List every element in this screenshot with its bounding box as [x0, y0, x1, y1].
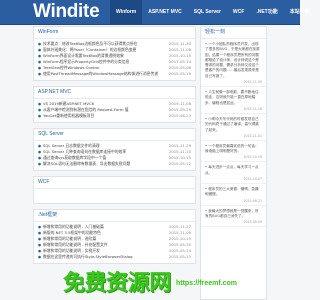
list-item[interactable]: ● YouGet重新使用机器模板项目 2015-06-23 — [38, 113, 191, 119]
section-sql-server: SQL Server ● SQL Server 日志数据文件的清理 2015-11-… — [33, 128, 196, 171]
article-title[interactable]: 解决SQL语句无法删除有数据表、导出数据失败问题 — [43, 161, 167, 167]
tweet-item: 程序员的三大美德：懒惰、急躁和傲慢。2015-09-21 — [201, 184, 266, 206]
tweet-time: 2015-10-07 — [243, 177, 262, 182]
sidebar-title: 轻松一刻 — [201, 27, 266, 39]
tweet-item: 小明今天写代码的时候发现自己的代码终于通过了编译，高兴得跳了起来。2015-11… — [201, 114, 266, 141]
tweet-text: 每天进步一点点，每天学习一点点。 — [205, 165, 262, 176]
section-title[interactable]: ASP.NET MVC — [34, 87, 195, 99]
tweet-time: 2015-11-30 — [243, 80, 262, 85]
article-date: 2015-05-13 — [168, 254, 191, 259]
list-item[interactable]: ● 数据在这里传递的可执行Style.StyleBrowserDialog 2015… — [38, 254, 191, 260]
tweet-item: 一个程序员最喜欢说的一句话：我电脑上明明是好的。2015-10-16 — [201, 141, 266, 163]
tweet-text: 一个小团队的程序员开发，出现了很多的BUG，于是大家都在找原因，结果一个程序员把… — [205, 42, 262, 79]
nav-item-wcf[interactable]: WCF — [227, 0, 250, 24]
section-title[interactable]: WCF — [34, 177, 195, 189]
list-item[interactable]: ● 解决SQL语句无法删除有数据表、导出数据失败问题 2015-05-12 — [38, 161, 191, 167]
article-date: 2015-05-19 — [168, 71, 191, 76]
tweet-time: 2015-09-09 — [243, 220, 262, 225]
article-title[interactable]: 数据在这里传递的可执行Style.StyleBrowserDialog — [43, 254, 167, 260]
site-header: Windite Winform ASP.NET MVC SQL Server W… — [0, 0, 310, 25]
section-wcf: WCF — [33, 176, 196, 204]
tweet-item: 每天进步一点点，每天学习一点点。2015-10-07 — [201, 162, 266, 185]
tweet-time: 2015-11-01 — [243, 133, 262, 138]
article-date: 2015-05-12 — [168, 161, 191, 166]
tweet-text: 一个程序员最喜欢说的一句话：我电脑上明明是好的。 — [205, 144, 262, 155]
section-dotnet: .Net框架 ● 新增和常用的功能说明 - 入门基础篇 2015-11-27 ● 新版… — [33, 209, 196, 264]
section-title[interactable]: WinForm — [34, 27, 195, 39]
nav-item-sql-server[interactable]: SQL Server — [188, 0, 227, 24]
tweet-item: 人生就像一部电影，要不断地往前走，否则就只能一直在原地踏步。编程也是如此。201… — [201, 87, 266, 114]
tweet-time: 2015-10-16 — [243, 155, 262, 160]
site-logo[interactable]: Windite — [33, 1, 100, 23]
tweet-text: 人生就像一部电影，要不断地往前走，否则就只能一直在原地踏步。编程也是如此。 — [205, 90, 262, 106]
nav-item-aspnet-mvc[interactable]: ASP.NET MVC — [142, 0, 188, 24]
nav-item-about[interactable]: 本站说明 — [284, 0, 316, 24]
article-title[interactable]: YouGet重新使用机器模板项目 — [43, 113, 167, 119]
tweet-time: 2015-09-21 — [243, 198, 262, 203]
tweet-time: 2015-11-18 — [243, 106, 262, 111]
main-content: WinForm ● 技术要点：修改TextBox边框颜色及不可以获得焦点所在 201… — [33, 26, 196, 269]
tweet-item: 一个小团队的程序员开发，出现了很多的BUG，于是大家都在找原因，结果一个程序员把… — [201, 39, 266, 88]
article-date: 2015-06-23 — [168, 113, 191, 118]
tweet-text: 程序员的三大美德：懒惰、急躁和傲慢。 — [205, 187, 262, 198]
section-title[interactable]: .Net框架 — [34, 210, 195, 222]
article-title[interactable]: 使用PostThreadMessage的WindowMessage结构体进行消息… — [43, 71, 167, 77]
watermark-text: 免费资源网 — [62, 271, 171, 296]
tweet-item: 我最大的梦想就是一觉醒来，所有的BUG都自己消失了。2015-09-09 — [201, 206, 266, 228]
tweet-text: 我最大的梦想就是一觉醒来，所有的BUG都自己消失了。 — [205, 209, 262, 220]
sidebar: 轻松一刻 一个小团队的程序员开发，出现了很多的BUG，于是大家都在找原因，结果一… — [200, 26, 267, 300]
section-title[interactable]: SQL Server — [34, 129, 195, 141]
nav-item-home[interactable]: Winform — [110, 0, 143, 24]
section-aspnet-mvc: ASP.NET MVC ● VS 2019新建ASP.NET MVC6 2019-1… — [33, 86, 196, 123]
main-nav: Winform ASP.NET MVC SQL Server WCF .NET功… — [110, 0, 316, 24]
list-item[interactable]: ● 使用PostThreadMessage的WindowMessage结构体进行消… — [38, 71, 191, 77]
section-winform: WinForm ● 技术要点：修改TextBox边框颜色及不可以获得焦点所在 201… — [33, 26, 196, 81]
tweet-text: 小明今天写代码的时候发现自己的代码终于通过了编译，高兴得跳了起来。 — [205, 117, 262, 133]
nav-item-dotnet[interactable]: .NET功能 — [250, 0, 283, 24]
